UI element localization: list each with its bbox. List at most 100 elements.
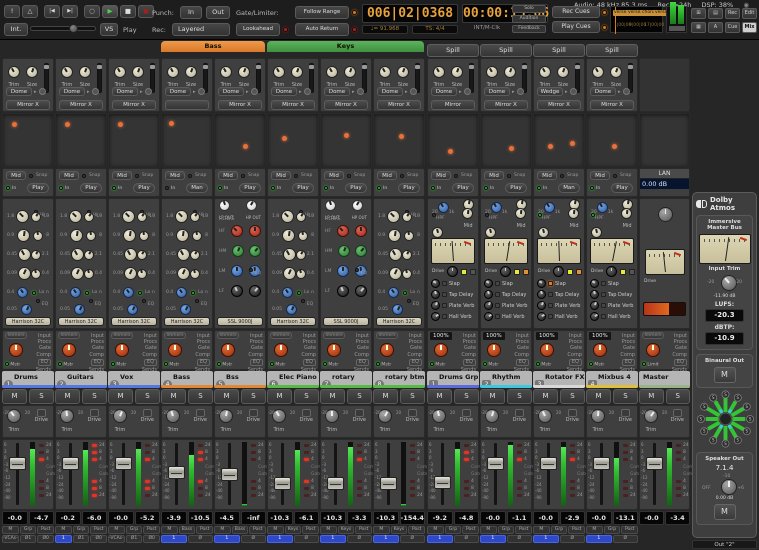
pan-automation-button[interactable]: Man (186, 183, 208, 193)
mid-button[interactable]: Mid (537, 171, 557, 180)
mid-button[interactable]: Mid (431, 171, 451, 180)
go-to-end-button[interactable]: ▶| (62, 5, 78, 18)
panner-circle-button[interactable] (145, 88, 152, 95)
eq-gain-knob[interactable] (190, 250, 200, 260)
mute-mini-button[interactable]: M (214, 526, 231, 534)
mirror-button[interactable]: Mirror X (6, 100, 50, 110)
punch-out-button[interactable]: Out (206, 6, 230, 19)
ssl-hp-knob[interactable] (352, 200, 363, 211)
slider-handle[interactable] (575, 65, 580, 69)
vca-button[interactable]: Ø1 (126, 535, 143, 543)
mirror-button[interactable] (165, 100, 209, 110)
shuttle-handle[interactable] (69, 24, 78, 33)
mute-mini-button[interactable]: M (108, 526, 125, 534)
send-level-knob[interactable] (537, 290, 546, 299)
solo-button[interactable]: S (666, 389, 691, 404)
slider-handle[interactable] (469, 65, 474, 69)
solo-button[interactable]: S (241, 389, 266, 404)
strip-size-knob[interactable] (291, 66, 303, 78)
vca-button[interactable]: Ø0 (37, 535, 54, 543)
send-level-knob[interactable] (590, 279, 599, 288)
processor-item[interactable]: Gate (142, 345, 157, 351)
panner-mode-button[interactable]: Dome (377, 87, 403, 96)
solo-button[interactable]: S (347, 389, 372, 404)
send-enable-led[interactable] (601, 314, 606, 319)
processor-eq-item[interactable]: EQ (622, 359, 635, 366)
bus-width-display[interactable]: 100% (536, 332, 558, 340)
ssl-band-freq-knob[interactable] (249, 285, 261, 297)
mute-button[interactable]: M (480, 389, 505, 404)
rec-cues-button[interactable]: Rec Cues (552, 6, 600, 18)
fader-handle[interactable] (221, 468, 238, 481)
mute-button[interactable]: M (586, 389, 611, 404)
strip-trim-knob[interactable] (592, 66, 604, 78)
processor-item[interactable]: Gate (36, 345, 51, 351)
vca-button[interactable]: Ø (188, 535, 214, 543)
post-button[interactable]: Post (408, 526, 425, 534)
bus-low-knob[interactable] (538, 227, 549, 238)
processor-eq-wrap[interactable]: EQ (248, 358, 263, 367)
eq-freq-knob[interactable] (123, 229, 136, 242)
eq-gain-knob[interactable] (296, 250, 306, 260)
panner-pad[interactable] (214, 113, 266, 167)
eq-freq-knob[interactable] (71, 248, 84, 261)
ssl-lp-knob[interactable] (325, 200, 336, 211)
fader-handle[interactable] (327, 477, 344, 490)
solo-button[interactable]: S (188, 389, 213, 404)
drive-button[interactable] (673, 409, 682, 417)
panner-pad[interactable] (320, 113, 372, 167)
spill-button[interactable]: Spill (533, 44, 585, 57)
bus-drive-knob[interactable] (447, 266, 458, 277)
track-name-plate[interactable]: 3Rotator FX (533, 371, 585, 388)
eq-gain-knob[interactable] (84, 212, 94, 222)
go-to-start-button[interactable]: |◀ (44, 5, 60, 18)
bbt-clock[interactable]: 006|02|0368 (362, 4, 458, 23)
send-enable-led[interactable] (548, 292, 553, 297)
panner-mode-button[interactable]: Dome (324, 87, 350, 96)
slider-handle[interactable] (362, 65, 367, 69)
slider-handle[interactable] (309, 65, 314, 69)
master-gain-display[interactable]: 0.00 dB (640, 179, 689, 189)
track-name-plate[interactable]: 6Elec Piano (267, 371, 319, 388)
panner-mode-button[interactable]: Dome (59, 87, 85, 96)
send-enable-led[interactable] (442, 303, 447, 308)
panner-mode-button[interactable]: Dome (6, 87, 32, 96)
fader-handle[interactable] (540, 457, 557, 470)
pan-knob[interactable] (274, 343, 288, 357)
post-button[interactable]: Post (355, 526, 372, 534)
solo-button[interactable]: S (294, 389, 319, 404)
eq-gain-knob[interactable] (86, 231, 96, 241)
immersive-button[interactable]: Immers (376, 332, 398, 339)
processor-eq-item[interactable]: EQ (674, 359, 687, 366)
drive-button[interactable] (37, 409, 46, 417)
panner-position-dot[interactable] (169, 121, 174, 126)
panner-mode-button[interactable]: Dome (590, 87, 616, 96)
mute-button[interactable]: M (55, 389, 80, 404)
processor-eq-wrap[interactable]: EQ (620, 358, 635, 367)
solo-button[interactable]: S (454, 389, 479, 404)
eq-plugin-label[interactable]: Harrison 32C (376, 317, 422, 326)
bus-width-display[interactable]: 100% (483, 332, 505, 340)
mirror-button[interactable]: Mirror X (271, 100, 315, 110)
eq-freq-knob[interactable] (124, 267, 137, 280)
track-name-plate[interactable]: 2Rhythm (480, 371, 532, 388)
hpf-filter-knob[interactable] (123, 287, 134, 298)
send-enable-led[interactable] (495, 314, 500, 319)
hpf-filter-knob[interactable] (176, 287, 187, 298)
mid-button[interactable]: Mid (59, 171, 79, 180)
vca-button[interactable]: 1 (214, 535, 240, 543)
immersive-button[interactable]: Immers (111, 332, 133, 339)
panner-circle-button[interactable] (304, 88, 311, 95)
strip-size-knob[interactable] (185, 66, 197, 78)
ssl-band-gain-knob[interactable] (338, 245, 350, 257)
pan-automation-button[interactable]: Play (611, 183, 633, 193)
processor-item[interactable]: Comp (354, 352, 369, 358)
slider-handle[interactable] (522, 65, 527, 69)
input-trim-knob[interactable] (721, 275, 737, 291)
eq-freq-knob[interactable] (16, 210, 29, 223)
bus-low-knob[interactable] (432, 227, 443, 238)
rec-view-button[interactable]: Rec (725, 8, 740, 19)
feedback-button[interactable]: Feedback (512, 25, 546, 33)
follow-range-button[interactable]: Follow Range (295, 6, 349, 19)
send-enable-led[interactable] (442, 314, 447, 319)
